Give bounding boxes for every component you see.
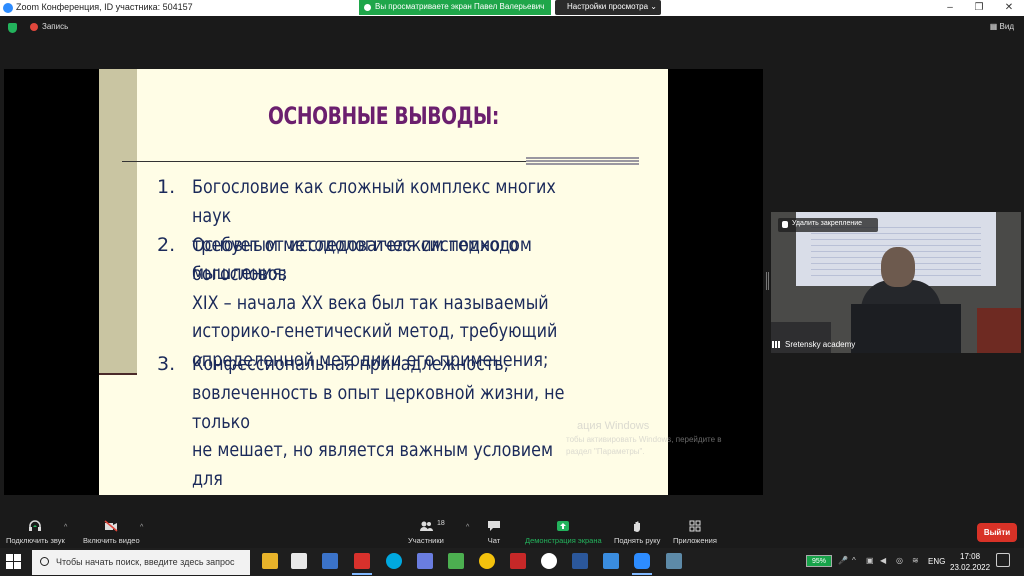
tray-chevron-icon[interactable]: ^ [852,556,856,565]
slide-side-bar [99,69,137,375]
wifi-icon[interactable]: ≋ [912,556,919,565]
audio-options-chevron-icon[interactable]: ^ [64,524,67,531]
word-icon[interactable] [572,553,588,569]
speaker-laptop [851,304,961,353]
encryption-shield-icon[interactable] [8,23,17,33]
apps-label: Приложения [673,536,717,545]
yandex-browser-icon[interactable] [541,553,557,569]
volume-tray-icon[interactable]: ◀ [880,556,886,565]
participants-label: Участники [408,536,444,545]
apps-button[interactable]: Приложения [673,520,717,545]
share-screen-button[interactable]: Демонстрация экрана [525,520,602,545]
close-button[interactable]: ✕ [994,0,1024,16]
windows-activation-watermark-text: тобы активировать Windows, перейдите в р… [566,435,722,456]
active-app-indicator [632,573,652,575]
speaker-name-tag: Sretensky academy [772,340,855,349]
slide-item-number: 1. [157,176,176,198]
restore-button[interactable]: ❐ [964,0,994,16]
input-language[interactable]: ENG [928,557,945,566]
slide-item-text: Конфессиональная принадлежность, вовлече… [192,353,565,491]
taskbar-clock[interactable]: 17:08 23.02.2022 [950,551,990,573]
chat-button[interactable]: Чат [487,520,501,545]
background-books [977,308,1021,353]
view-options-label: Настройки просмотра ⌄ [567,2,657,11]
app-icon-green[interactable] [448,553,464,569]
start-video-label: Включить видео [83,536,140,545]
video-options-chevron-icon[interactable]: ^ [140,524,143,531]
minimize-button[interactable]: – [935,0,965,16]
participants-count: 18 [437,520,445,527]
search-icon [40,557,49,566]
microphone-icon[interactable]: 🎤 [838,556,848,565]
view-options-button[interactable]: Настройки просмотра ⌄ [555,0,661,15]
save-disk-icon[interactable] [417,553,433,569]
clock-date: 23.02.2022 [950,563,991,572]
leave-meeting-button[interactable]: Выйти [977,523,1017,542]
recording-label: Запись [42,22,69,31]
file-explorer-icon[interactable] [262,553,278,569]
chrome-icon[interactable] [479,553,495,569]
slide-title: ОСНОВНЫЕ ВЫВОДЫ: [267,102,500,130]
unpin-label: Удалить закрепление [792,220,863,227]
battery-indicator[interactable]: 95% [806,555,832,567]
window-title: Zoom Конференция, ID участника: 504157 [16,2,193,12]
screen-share-banner: Вы просматриваете экран Павел Валерьевич [359,0,551,15]
video-off-icon [104,520,118,532]
taskbar-search-box[interactable]: Чтобы начать поиск, введите здесь запрос [32,550,250,575]
hand-icon [634,521,641,532]
speaker-video-tile[interactable] [771,212,1021,353]
share-banner-text: Вы просматриваете экран Павел Валерьевич [375,2,545,11]
slide-list-item: 2. Основным методологическим подходом бо… [157,231,657,371]
join-audio-label: Подключить звук [6,536,65,545]
unpin-button[interactable]: Удалить закрепление [778,218,878,232]
windows-start-icon[interactable] [6,554,22,570]
app-icon-blue[interactable] [603,553,619,569]
zoom-app-icon [3,3,13,13]
tray-app-icon[interactable]: ▣ [866,556,874,565]
slide-divider-accent [526,157,639,166]
pdf-reader-icon[interactable] [510,553,526,569]
raise-hand-label: Поднять руку [614,536,661,545]
share-screen-icon [557,521,570,531]
participants-options-chevron-icon[interactable]: ^ [466,524,469,531]
slide-list-item: 1. Богословие как сложный комплекс многи… [157,173,657,284]
chat-icon [488,521,500,531]
skype-icon[interactable] [386,553,402,569]
pin-icon [782,221,788,228]
view-label: Вид [999,22,1014,31]
speaker-head [881,247,915,287]
slide-item-number: 2. [157,234,176,256]
zoom-taskbar-icon[interactable] [634,553,650,569]
signal-strength-icon [772,341,782,349]
windows-activation-watermark-title: ация Windows [577,420,650,432]
slide-item-number: 3. [157,353,176,375]
store-icon[interactable] [322,553,338,569]
record-icon [30,22,38,31]
meeting-toolbar [0,516,1024,548]
recording-indicator[interactable]: Запись [30,22,68,31]
image-viewer-icon[interactable] [666,553,682,569]
presentation-app-icon[interactable] [354,553,370,569]
slide-side-bar-underline [99,373,137,375]
panel-splitter-handle[interactable] [766,272,769,290]
share-screen-label: Демонстрация экрана [525,536,602,545]
participants-icon [419,521,433,531]
notifications-icon[interactable] [996,553,1010,567]
raise-hand-button[interactable]: Поднять руку [614,520,660,545]
apps-icon [689,520,701,532]
view-menu-button[interactable]: ▦ Вид [990,22,1014,31]
headphones-icon [29,520,42,531]
clock-time: 17:08 [960,552,981,561]
share-indicator-icon [364,4,371,11]
mail-icon[interactable] [291,553,307,569]
search-placeholder: Чтобы начать поиск, введите здесь запрос [56,557,235,567]
speaker-name: Sretensky academy [785,340,856,349]
chat-label: Чат [487,536,501,545]
join-audio-button[interactable]: Подключить звук [6,520,65,545]
tray-sync-icon[interactable]: ◎ [896,556,903,565]
active-app-indicator [352,573,372,575]
start-video-button[interactable]: Включить видео [83,520,140,545]
